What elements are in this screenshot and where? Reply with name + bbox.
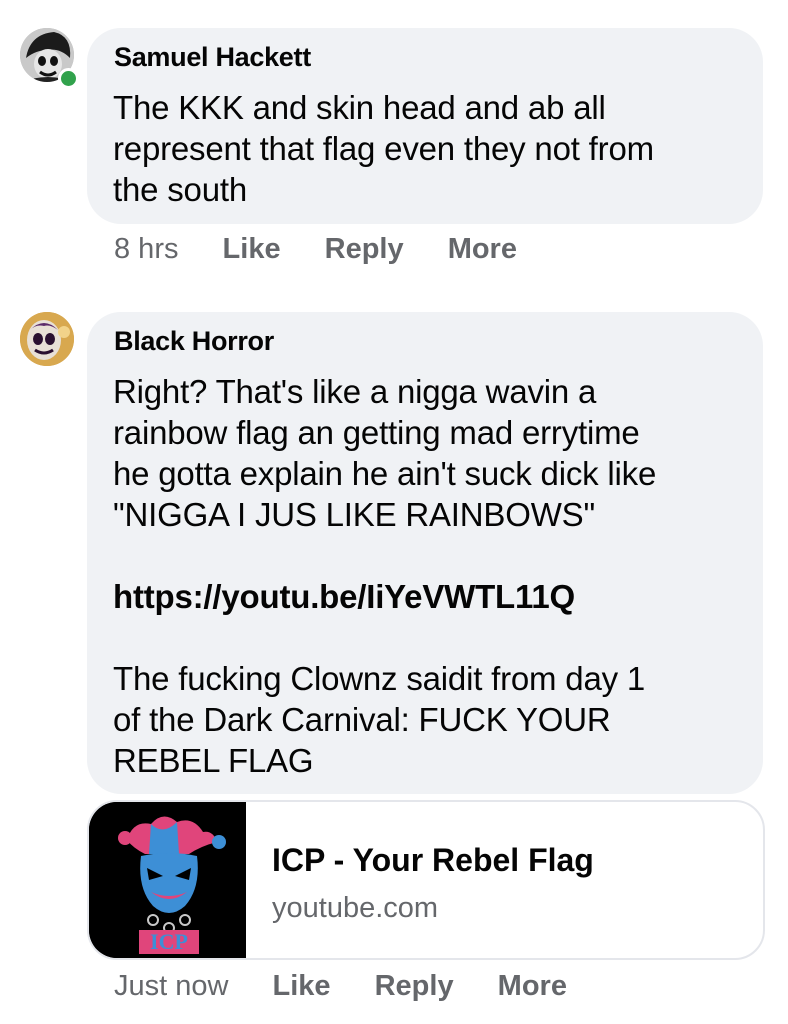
reply-button[interactable]: Reply [375,970,454,1003]
comment-actions: 8 hrs Like Reply More [114,233,517,266]
comment-timestamp[interactable]: 8 hrs [114,233,178,266]
comment-timestamp[interactable]: Just now [114,970,228,1003]
comment-link[interactable]: https://youtu.be/IiYeVWTL11Q [113,578,575,615]
comment-bubble: Black Horror Right? That's like a nigga … [87,312,763,794]
comment-author[interactable]: Samuel Hackett [114,42,311,73]
comment-text-line: he gotta explain he ain't suck dick like [113,455,657,492]
icp-logo-text: ICP [150,929,188,954]
comment-text-line: REBEL FLAG [113,742,314,779]
comment-text-line: the south [113,171,247,208]
link-preview-title[interactable]: ICP - Your Rebel Flag [272,842,594,879]
more-button[interactable]: More [448,233,517,266]
avatar[interactable] [20,312,74,366]
comment-text-line: "NIGGA I JUS LIKE RAINBOWS" [113,496,595,533]
comment-text: Right? That's like a nigga wavin a rainb… [113,371,753,781]
comment-actions: Just now Like Reply More [114,970,567,1003]
more-button[interactable]: More [498,970,567,1003]
link-preview-domain: youtube.com [272,892,439,924]
online-status-dot [58,68,79,89]
like-button[interactable]: Like [273,970,331,1003]
like-button[interactable]: Like [223,233,281,266]
comment-text-line: The KKK and skin head and ab all [113,89,606,126]
comment-text-line: Right? That's like a nigga wavin a [113,373,597,410]
comment-text-line: of the Dark Carnival: FUCK YOUR [113,701,611,738]
reply-button[interactable]: Reply [325,233,404,266]
link-preview-card[interactable]: ICP ICP - Your Rebel Flag youtube.com [87,800,765,960]
comment-bubble: Samuel Hackett The KKK and skin head and… [87,28,763,224]
comment-author[interactable]: Black Horror [114,326,274,357]
link-preview-thumbnail: ICP [89,802,246,958]
clown-face-icon [20,312,74,366]
comment-text-line: The fucking Clownz saidit from day 1 [113,660,646,697]
comment-text-line: rainbow flag an getting mad errytime [113,414,640,451]
comment-text: The KKK and skin head and ab all represe… [113,87,753,210]
comment-text-line: represent that flag even they not from [113,130,654,167]
